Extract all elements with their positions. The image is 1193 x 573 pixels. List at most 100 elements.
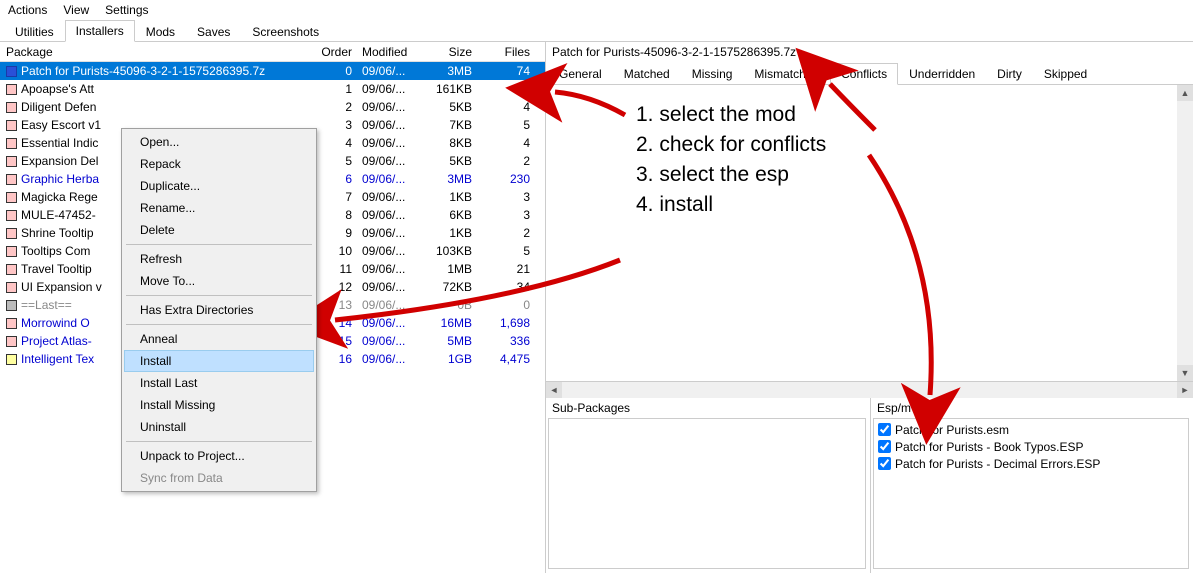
cell-order: 0 bbox=[316, 64, 358, 78]
cell-order: 14 bbox=[316, 316, 358, 330]
cell-size: 1KB bbox=[418, 190, 478, 204]
scroll-down-icon[interactable]: ▼ bbox=[1177, 365, 1193, 381]
cell-modified: 09/06/... bbox=[358, 190, 418, 204]
menu-item-install[interactable]: Install bbox=[124, 350, 314, 372]
menu-item-has-extra-directories[interactable]: Has Extra Directories bbox=[124, 299, 314, 321]
cell-order: 15 bbox=[316, 334, 358, 348]
package-checkbox[interactable] bbox=[6, 318, 17, 329]
tab-saves[interactable]: Saves bbox=[186, 21, 241, 42]
menu-actions[interactable]: Actions bbox=[8, 3, 47, 17]
tab-screenshots[interactable]: Screenshots bbox=[241, 21, 330, 42]
cell-size: 5MB bbox=[418, 334, 478, 348]
cell-order: 6 bbox=[316, 172, 358, 186]
cell-order: 2 bbox=[316, 100, 358, 114]
package-checkbox[interactable] bbox=[6, 66, 17, 77]
cell-size: 0B bbox=[418, 298, 478, 312]
espm-filter-title: Esp/m Filter bbox=[871, 398, 1193, 418]
cell-files: 5 bbox=[478, 244, 538, 258]
package-checkbox[interactable] bbox=[6, 156, 17, 167]
detail-tab-matched[interactable]: Matched bbox=[613, 63, 681, 85]
scroll-left-icon[interactable]: ◄ bbox=[546, 382, 562, 398]
scroll-up-icon[interactable]: ▲ bbox=[1177, 85, 1193, 101]
cell-size: 8KB bbox=[418, 136, 478, 150]
package-checkbox[interactable] bbox=[6, 192, 17, 203]
package-checkbox[interactable] bbox=[6, 264, 17, 275]
menu-item-install-missing[interactable]: Install Missing bbox=[124, 394, 314, 416]
tab-installers[interactable]: Installers bbox=[65, 20, 135, 42]
menu-view[interactable]: View bbox=[63, 3, 89, 17]
detail-tab-dirty[interactable]: Dirty bbox=[986, 63, 1033, 85]
package-checkbox[interactable] bbox=[6, 246, 17, 257]
menu-item-repack[interactable]: Repack bbox=[124, 153, 314, 175]
detail-tab-general[interactable]: General bbox=[548, 63, 613, 85]
package-checkbox[interactable] bbox=[6, 210, 17, 221]
cell-size: 161KB bbox=[418, 82, 478, 96]
menu-item-unpack-to-project[interactable]: Unpack to Project... bbox=[124, 445, 314, 467]
detail-tab-mismatched[interactable]: Mismatched bbox=[743, 63, 830, 85]
detail-title: Patch for Purists-45096-3-2-1-1575286395… bbox=[546, 42, 1193, 62]
menu-item-install-last[interactable]: Install Last bbox=[124, 372, 314, 394]
detail-tab-conflicts[interactable]: Conflicts bbox=[830, 63, 898, 85]
menu-separator bbox=[126, 324, 312, 325]
detail-tab-underridden[interactable]: Underridden bbox=[898, 63, 986, 85]
cell-order: 16 bbox=[316, 352, 358, 366]
col-header-order[interactable]: Order bbox=[316, 45, 358, 59]
package-checkbox[interactable] bbox=[6, 336, 17, 347]
cell-files: 21 bbox=[478, 262, 538, 276]
menu-item-duplicate[interactable]: Duplicate... bbox=[124, 175, 314, 197]
package-checkbox[interactable] bbox=[6, 300, 17, 311]
espm-label: Patch for Purists - Book Typos.ESP bbox=[895, 440, 1084, 454]
package-checkbox[interactable] bbox=[6, 228, 17, 239]
espm-item[interactable]: Patch for Purists - Decimal Errors.ESP bbox=[876, 455, 1186, 472]
menu-item-move-to[interactable]: Move To... bbox=[124, 270, 314, 292]
menu-item-open[interactable]: Open... bbox=[124, 131, 314, 153]
cell-files: 74 bbox=[478, 64, 538, 78]
cell-files: 4 bbox=[478, 136, 538, 150]
package-checkbox[interactable] bbox=[6, 84, 17, 95]
menu-item-rename[interactable]: Rename... bbox=[124, 197, 314, 219]
espm-checkbox[interactable] bbox=[878, 423, 891, 436]
cell-modified: 09/06/... bbox=[358, 100, 418, 114]
menu-item-anneal[interactable]: Anneal bbox=[124, 328, 314, 350]
cell-order: 4 bbox=[316, 136, 358, 150]
package-checkbox[interactable] bbox=[6, 174, 17, 185]
tab-utilities[interactable]: Utilities bbox=[4, 21, 65, 42]
cell-modified: 09/06/... bbox=[358, 208, 418, 222]
cell-order: 12 bbox=[316, 280, 358, 294]
detail-tab-missing[interactable]: Missing bbox=[681, 63, 744, 85]
cell-size: 103KB bbox=[418, 244, 478, 258]
col-header-files[interactable]: Files bbox=[478, 45, 538, 59]
detail-tab-skipped[interactable]: Skipped bbox=[1033, 63, 1098, 85]
table-row[interactable]: Patch for Purists-45096-3-2-1-1575286395… bbox=[0, 62, 545, 80]
cell-modified: 09/06/... bbox=[358, 64, 418, 78]
menu-settings[interactable]: Settings bbox=[105, 3, 148, 17]
cell-order: 1 bbox=[316, 82, 358, 96]
scrollbar-horizontal[interactable]: ◄ ► bbox=[546, 382, 1193, 398]
menu-item-uninstall[interactable]: Uninstall bbox=[124, 416, 314, 438]
col-header-size[interactable]: Size bbox=[418, 45, 478, 59]
scrollbar-vertical[interactable]: ▲ ▼ bbox=[1177, 85, 1193, 381]
package-checkbox[interactable] bbox=[6, 282, 17, 293]
espm-checkbox[interactable] bbox=[878, 440, 891, 453]
table-row[interactable]: Apoapse's Att109/06/...161KB3 bbox=[0, 80, 545, 98]
col-header-package[interactable]: Package bbox=[0, 45, 316, 59]
cell-order: 5 bbox=[316, 154, 358, 168]
menu-item-delete[interactable]: Delete bbox=[124, 219, 314, 241]
scroll-right-icon[interactable]: ► bbox=[1177, 382, 1193, 398]
espm-item[interactable]: Patch for Purists.esm bbox=[876, 421, 1186, 438]
tab-mods[interactable]: Mods bbox=[135, 21, 186, 42]
espm-filter-body[interactable]: Patch for Purists.esm Patch for Purists -… bbox=[873, 418, 1189, 569]
package-checkbox[interactable] bbox=[6, 138, 17, 149]
cell-size: 16MB bbox=[418, 316, 478, 330]
col-header-modified[interactable]: Modified bbox=[358, 45, 418, 59]
menu-item-refresh[interactable]: Refresh bbox=[124, 248, 314, 270]
package-checkbox[interactable] bbox=[6, 120, 17, 131]
espm-label: Patch for Purists - Decimal Errors.ESP bbox=[895, 457, 1100, 471]
table-row[interactable]: Diligent Defen209/06/...5KB4 bbox=[0, 98, 545, 116]
cell-order: 10 bbox=[316, 244, 358, 258]
package-checkbox[interactable] bbox=[6, 354, 17, 365]
espm-checkbox[interactable] bbox=[878, 457, 891, 470]
sub-packages-body[interactable] bbox=[548, 418, 866, 569]
package-checkbox[interactable] bbox=[6, 102, 17, 113]
espm-item[interactable]: Patch for Purists - Book Typos.ESP bbox=[876, 438, 1186, 455]
